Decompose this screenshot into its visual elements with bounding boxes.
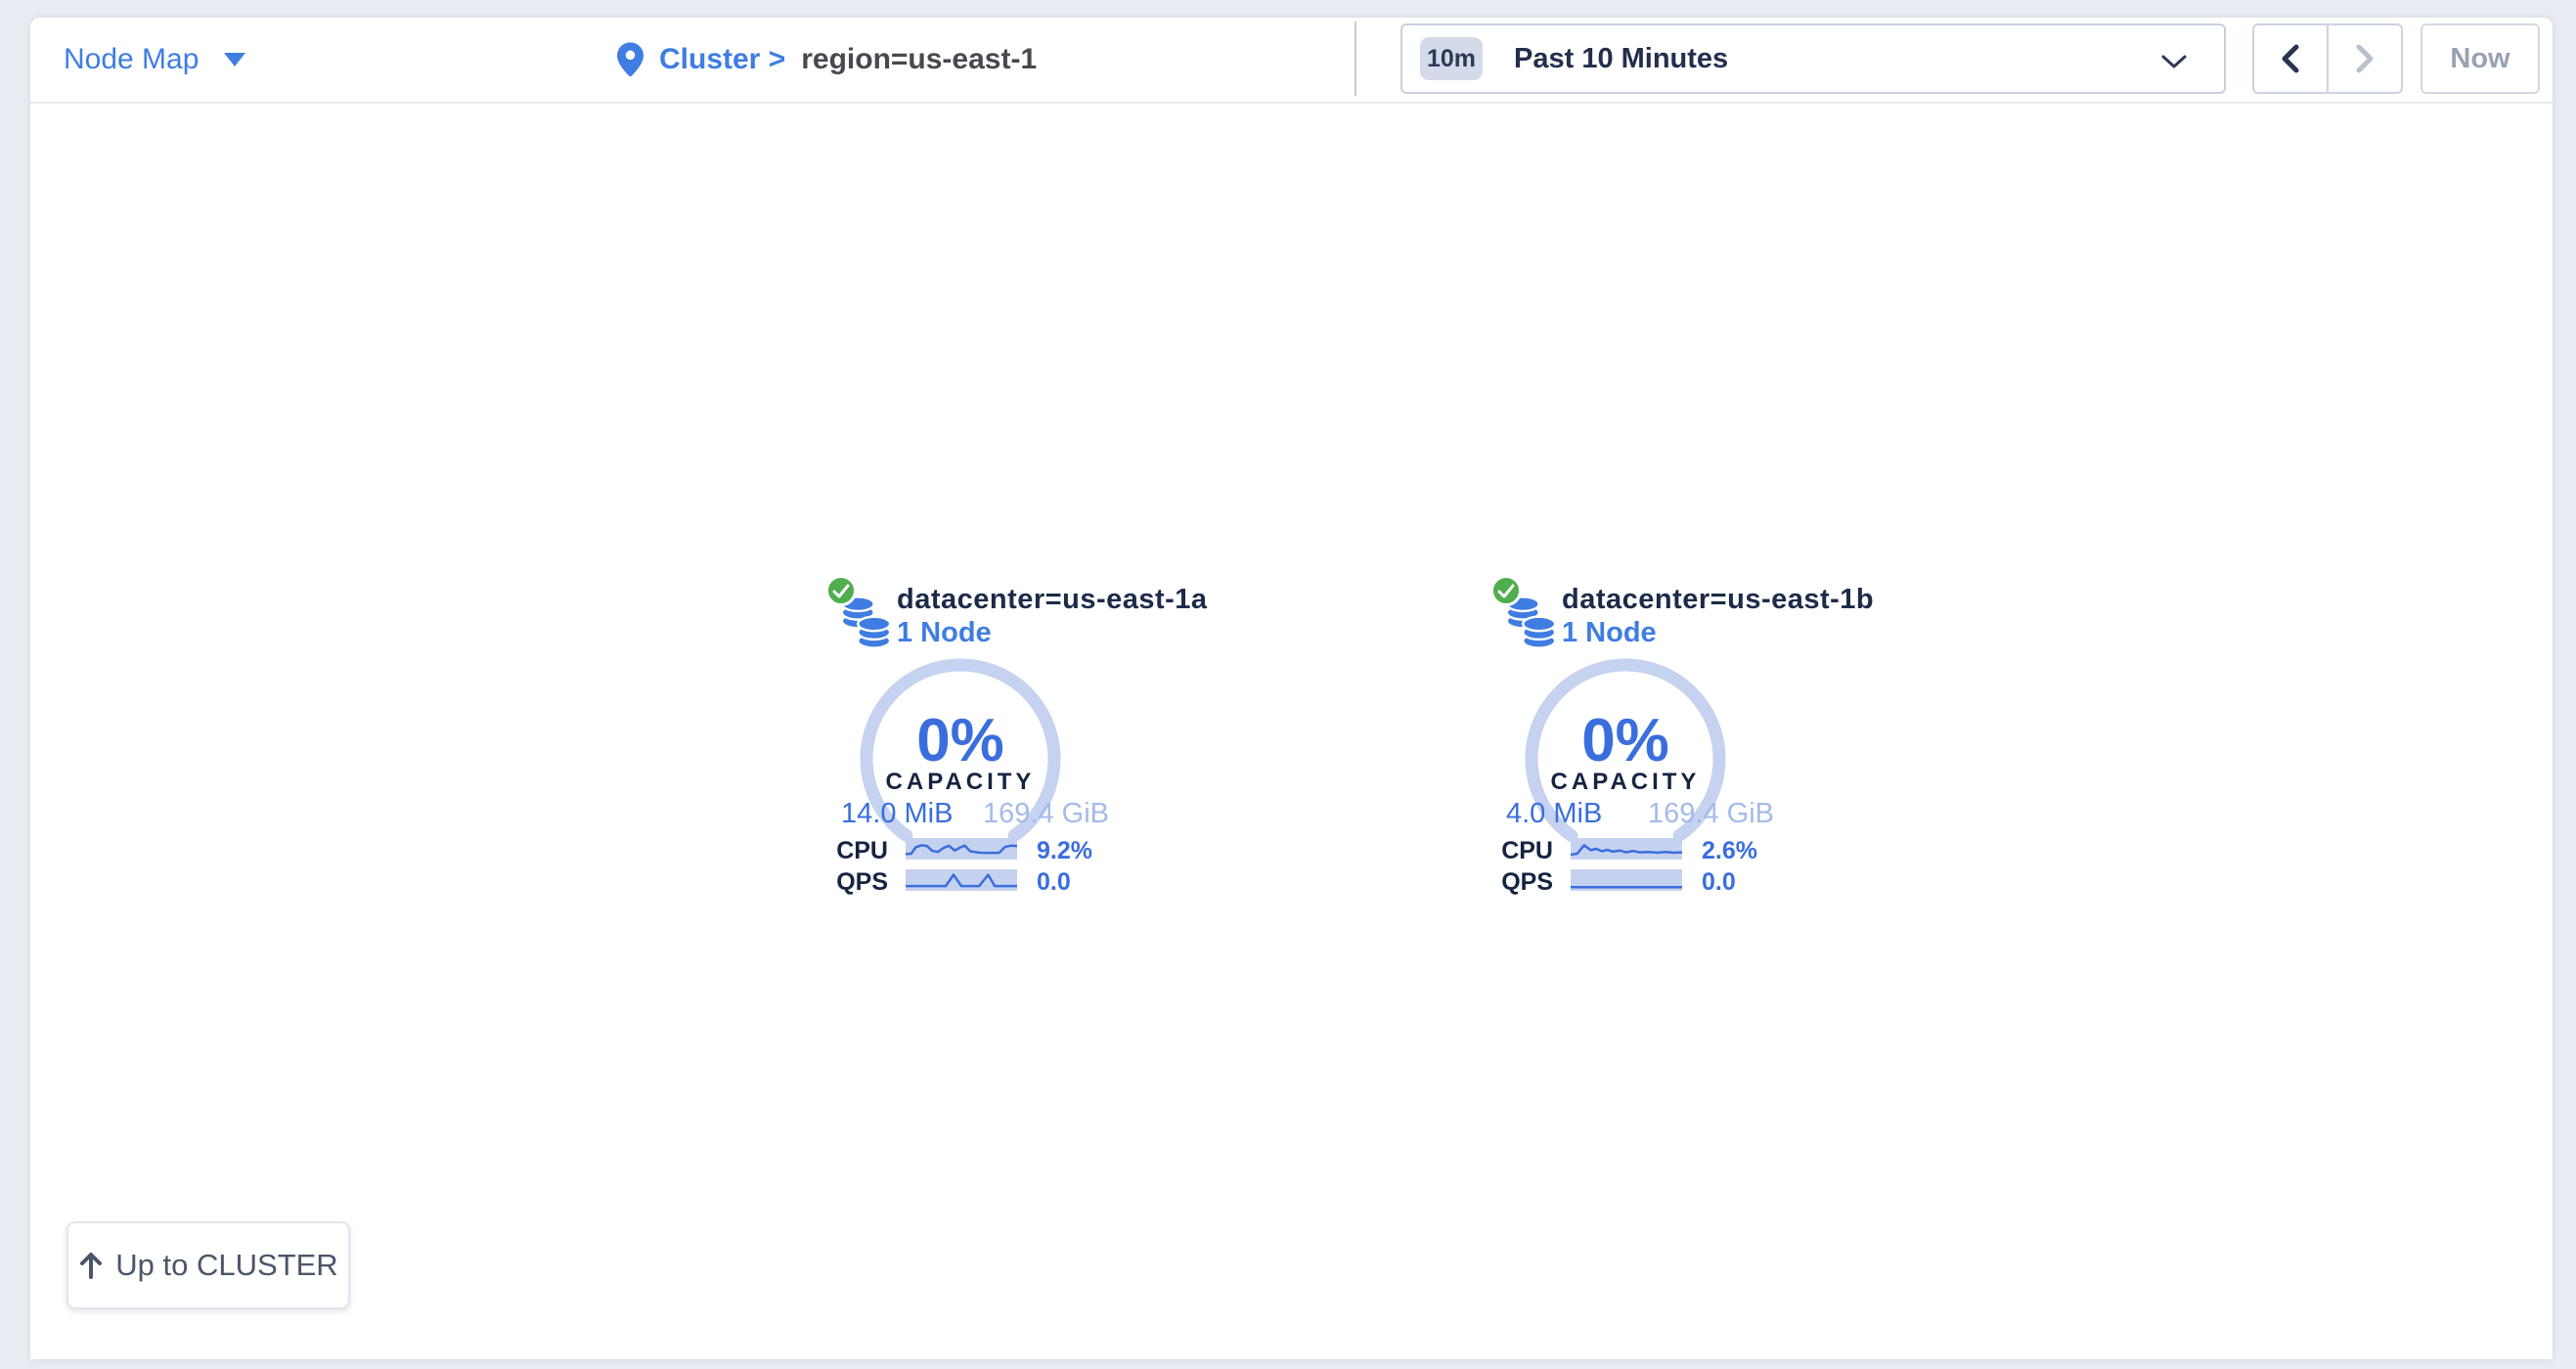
node-count-link[interactable]: 1 Node bbox=[897, 616, 1208, 649]
qps-metric-row: QPS 0.0 bbox=[827, 868, 1160, 892]
cpu-label: CPU bbox=[827, 837, 888, 865]
time-range-badge: 10m bbox=[1420, 37, 1483, 80]
time-next-button[interactable] bbox=[2329, 25, 2401, 92]
capacity-total-value: 169.4 GiB bbox=[983, 798, 1109, 830]
now-button[interactable]: Now bbox=[2421, 23, 2540, 94]
breadcrumb: Cluster > region=us-east-1 bbox=[617, 18, 1037, 102]
health-check-icon bbox=[825, 575, 857, 606]
capacity-percentage: 0% bbox=[1518, 706, 1733, 775]
datacenter-title: datacenter=us-east-1a bbox=[897, 583, 1208, 616]
datacenter-card-us-east-1b: datacenter=us-east-1b 1 Node 0% CAPACITY… bbox=[1492, 575, 1825, 907]
datacenter-icon[interactable] bbox=[1492, 575, 1567, 657]
health-check-icon bbox=[1490, 575, 1522, 606]
datacenter-heading: datacenter=us-east-1a 1 Node bbox=[897, 583, 1208, 649]
capacity-label: CAPACITY bbox=[853, 769, 1068, 796]
qps-sparkline bbox=[906, 869, 1017, 891]
up-to-cluster-label: Up to CLUSTER bbox=[115, 1248, 337, 1283]
header-divider bbox=[1355, 22, 1356, 96]
cpu-value: 2.6% bbox=[1702, 837, 1757, 865]
cpu-label: CPU bbox=[1492, 837, 1553, 865]
node-count-link[interactable]: 1 Node bbox=[1562, 616, 1874, 649]
capacity-label: CAPACITY bbox=[1518, 769, 1733, 796]
time-prev-button[interactable] bbox=[2254, 25, 2329, 92]
capacity-used-value: 14.0 MiB bbox=[841, 798, 953, 830]
view-selector-label: Node Map bbox=[64, 43, 199, 76]
qps-sparkline bbox=[1571, 869, 1682, 891]
chevron-down-icon bbox=[2161, 55, 2187, 70]
qps-label: QPS bbox=[1492, 868, 1553, 897]
breadcrumb-current: region=us-east-1 bbox=[801, 43, 1037, 76]
node-map-panel: Node Map Cluster > region=us-east-1 10m … bbox=[30, 18, 2553, 1359]
chevron-left-icon bbox=[2280, 44, 2301, 73]
cpu-metric-row: CPU 2.6% bbox=[1492, 837, 1825, 861]
cpu-value: 9.2% bbox=[1037, 837, 1092, 865]
qps-value: 0.0 bbox=[1037, 868, 1071, 897]
view-selector-dropdown[interactable]: Node Map bbox=[64, 18, 245, 102]
cpu-sparkline bbox=[1571, 838, 1682, 860]
up-to-cluster-button[interactable]: Up to CLUSTER bbox=[67, 1221, 350, 1309]
time-range-dropdown[interactable]: 10m Past 10 Minutes bbox=[1400, 23, 2226, 94]
arrow-up-icon bbox=[78, 1251, 104, 1280]
qps-value: 0.0 bbox=[1702, 868, 1736, 897]
qps-metric-row: QPS 0.0 bbox=[1492, 868, 1825, 892]
capacity-values: 4.0 MiB 169.4 GiB bbox=[1506, 798, 1774, 830]
cpu-sparkline bbox=[906, 838, 1017, 860]
capacity-values: 14.0 MiB 169.4 GiB bbox=[841, 798, 1109, 830]
capacity-total-value: 169.4 GiB bbox=[1648, 798, 1774, 830]
time-range-label: Past 10 Minutes bbox=[1514, 43, 1728, 75]
qps-label: QPS bbox=[827, 868, 888, 897]
view-caret-icon bbox=[224, 53, 245, 66]
time-nav-buttons bbox=[2252, 23, 2403, 94]
datacenter-title: datacenter=us-east-1b bbox=[1562, 583, 1874, 616]
capacity-percentage: 0% bbox=[853, 706, 1068, 775]
capacity-used-value: 4.0 MiB bbox=[1506, 798, 1602, 830]
chevron-right-icon bbox=[2354, 44, 2376, 73]
datacenter-card-us-east-1a: datacenter=us-east-1a 1 Node 0% CAPACITY… bbox=[827, 575, 1160, 907]
datacenter-icon[interactable] bbox=[827, 575, 902, 657]
location-pin-icon bbox=[617, 42, 644, 77]
header-bar: Node Map Cluster > region=us-east-1 10m … bbox=[30, 18, 2553, 104]
datacenter-heading: datacenter=us-east-1b 1 Node bbox=[1562, 583, 1874, 649]
breadcrumb-cluster-link[interactable]: Cluster > bbox=[659, 43, 785, 76]
cpu-metric-row: CPU 9.2% bbox=[827, 837, 1160, 861]
